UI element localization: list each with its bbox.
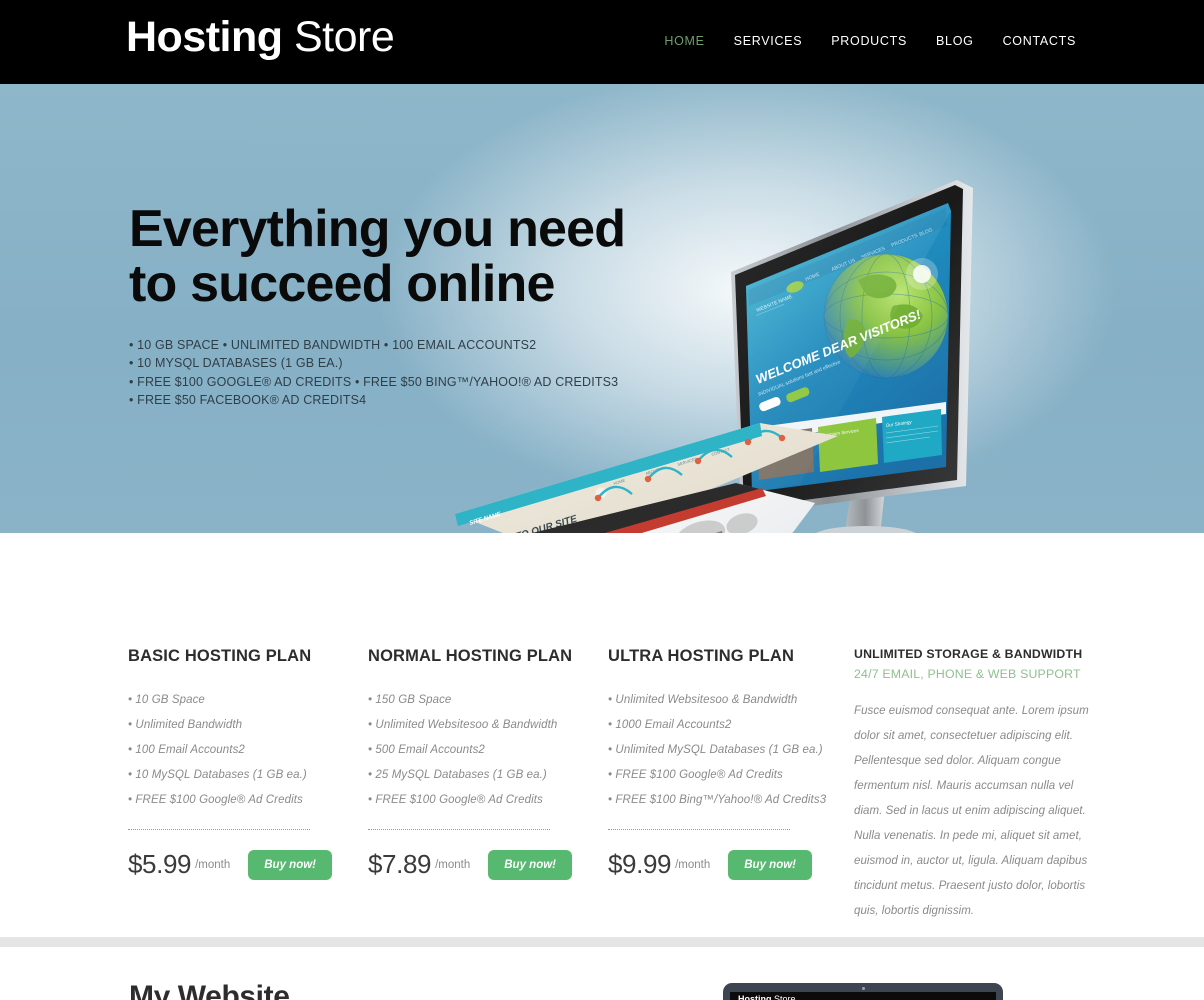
svg-text:SERVICES: SERVICES: [677, 456, 698, 467]
plan-feature-list: Unlimited Websitesoo & Bandwidth 1000 Em…: [608, 688, 848, 813]
plan-feature-item: FREE $100 Google® Ad Credits: [128, 788, 368, 813]
svg-text:24/7 Client Support: 24/7 Client Support: [758, 436, 799, 447]
svg-text:BLOG: BLOG: [919, 227, 934, 238]
svg-text:SERVICES: SERVICES: [861, 246, 887, 261]
plan-period: /month: [195, 858, 231, 871]
plan-title: NORMAL HOSTING PLAN: [368, 647, 573, 665]
plan-feature-item: 500 Email Accounts2: [368, 738, 608, 763]
plan-feature-item: 10 MySQL Databases (1 GB ea.): [128, 763, 368, 788]
buy-now-button-normal[interactable]: Buy now!: [488, 849, 572, 880]
main-navigation: HOME SERVICES PRODUCTS BLOG CONTACTS: [664, 34, 1076, 48]
plan-feature-list: 10 GB Space Unlimited Bandwidth 100 Emai…: [128, 688, 368, 813]
hero-feature-item: FREE $100 GOOGLE® AD CREDITS • FREE $50 …: [129, 373, 625, 391]
nav-item-home[interactable]: HOME: [664, 34, 704, 48]
nav-item-products[interactable]: PRODUCTS: [831, 34, 907, 48]
svg-text:›: ›: [739, 507, 742, 516]
plan-feature-item: 1000 Email Accounts2: [608, 713, 848, 738]
svg-text:WEBSITE NAME: WEBSITE NAME: [756, 294, 794, 314]
nav-item-blog[interactable]: BLOG: [936, 34, 974, 48]
svg-text:INDIVIDUAL solutions fast and: INDIVIDUAL solutions fast and effective: [758, 359, 842, 398]
plan-title: BASIC HOSTING PLAN: [128, 647, 312, 665]
plan-card-basic: BASIC HOSTING PLAN 10 GB Space Unlimited…: [128, 647, 368, 924]
plan-price-row: $9.99 /month Buy now!: [608, 849, 848, 880]
svg-text:ABOUT US: ABOUT US: [831, 258, 857, 273]
buy-now-button-ultra[interactable]: Buy now!: [728, 849, 812, 880]
svg-text:Our Strategy: Our Strategy: [885, 419, 912, 428]
plan-feature-list: 150 GB Space Unlimited Websitesoo & Band…: [368, 688, 608, 813]
my-website-title: My Website: [129, 980, 290, 1000]
hero-feature-item: 10 GB SPACE • UNLIMITED BANDWIDTH • 100 …: [129, 336, 625, 354]
hero-title-line-1: Everything you need: [129, 200, 626, 258]
plan-divider: [608, 829, 790, 830]
plan-price-row: $7.89 /month Buy now!: [368, 849, 608, 880]
hero-feature-item: FREE $50 FACEBOOK® AD CREDITS4: [129, 391, 625, 409]
device-logo-bold: Hosting: [738, 994, 772, 1000]
site-logo[interactable]: Hosting Store: [126, 13, 395, 61]
plan-price-row: $5.99 /month Buy now!: [128, 849, 368, 880]
my-website-section: My Website Hosting Store: [0, 947, 1204, 1000]
svg-text:PRODUCTS: PRODUCTS: [891, 233, 920, 249]
plan-card-normal: NORMAL HOSTING PLAN 150 GB Space Unlimit…: [368, 647, 608, 924]
nav-item-services[interactable]: SERVICES: [734, 34, 803, 48]
plan-price: $7.89: [368, 849, 432, 879]
info-body-text: Fusce euismod consequat ante. Lorem ipsu…: [854, 705, 1089, 917]
plan-feature-item: Unlimited Bandwidth: [128, 713, 368, 738]
pricing-plans-section: BASIC HOSTING PLAN 10 GB Space Unlimited…: [0, 647, 1204, 924]
hero-feature-item: 10 MYSQL DATABASES (1 GB EA.): [129, 354, 625, 372]
plan-feature-item: 150 GB Space: [368, 688, 608, 713]
hero-title-line-2: to succeed online: [129, 255, 555, 314]
plan-feature-item: FREE $100 Google® Ad Credits: [608, 763, 848, 788]
svg-text:HOME: HOME: [805, 271, 822, 282]
svg-text:Premium Services: Premium Services: [821, 428, 859, 438]
plan-feature-item: Unlimited Websitesoo & Bandwidth: [368, 713, 608, 738]
hero-copy: Everything you need to succeed online 10…: [129, 200, 626, 409]
hero-feature-list: 10 GB SPACE • UNLIMITED BANDWIDTH • 100 …: [129, 336, 625, 409]
plan-divider: [368, 829, 550, 830]
info-column: UNLIMITED STORAGE & BANDWIDTH 24/7 EMAIL…: [854, 647, 1090, 924]
plan-feature-item: FREE $100 Google® Ad Credits: [368, 788, 608, 813]
nav-item-contacts[interactable]: CONTACTS: [1003, 34, 1076, 48]
device-logo-light: Store: [774, 994, 796, 1000]
plan-feature-item: 10 GB Space: [128, 688, 368, 713]
plan-feature-item: 100 Email Accounts2: [128, 738, 368, 763]
hero-section: HOME ABOUT US SERVICES PRODUCTS BLOG WEB…: [0, 84, 1204, 533]
plan-price: $5.99: [128, 849, 192, 879]
buy-now-button-basic[interactable]: Buy now!: [248, 849, 332, 880]
plan-card-ultra: ULTRA HOSTING PLAN Unlimited Websitesoo …: [608, 647, 848, 924]
svg-text:HOME: HOME: [613, 478, 626, 486]
logo-light-text: Store: [294, 13, 395, 61]
plan-divider: [128, 829, 310, 830]
info-heading: UNLIMITED STORAGE & BANDWIDTH: [854, 647, 1083, 661]
logo-bold-text: Hosting: [126, 13, 283, 61]
site-header: Hosting Store HOME SERVICES PRODUCTS BLO…: [0, 0, 1204, 84]
device-camera-icon: [861, 987, 865, 990]
svg-text:WELCOME DEAR VISITORS!: WELCOME DEAR VISITORS!: [754, 306, 924, 386]
svg-text:CONTACT: CONTACT: [711, 446, 731, 457]
device-mockup: Hosting Store: [723, 983, 1003, 1000]
plan-title: ULTRA HOSTING PLAN: [608, 647, 795, 665]
plan-price: $9.99: [608, 849, 672, 879]
svg-text:WELCOME TO OUR SITE: WELCOME TO OUR SITE: [462, 514, 579, 533]
hero-title: Everything you need to succeed online: [129, 200, 626, 314]
svg-text:SITE NAME: SITE NAME: [469, 511, 503, 527]
svg-text:ABOUT: ABOUT: [645, 467, 660, 476]
plan-feature-item: Unlimited MySQL Databases (1 GB ea.): [608, 738, 848, 763]
section-divider: [0, 937, 1204, 947]
plan-feature-item: 25 MySQL Databases (1 GB ea.): [368, 763, 608, 788]
device-screen-logo: Hosting Store: [738, 994, 796, 1000]
plan-feature-item: FREE $100 Bing™/Yahoo!® Ad Credits3: [608, 788, 848, 813]
info-subheading: 24/7 EMAIL, PHONE & WEB SUPPORT: [854, 667, 1081, 681]
plan-period: /month: [675, 858, 711, 871]
plan-period: /month: [435, 858, 471, 871]
device-screen: Hosting Store: [730, 992, 996, 1000]
plan-feature-item: Unlimited Websitesoo & Bandwidth: [608, 688, 848, 713]
